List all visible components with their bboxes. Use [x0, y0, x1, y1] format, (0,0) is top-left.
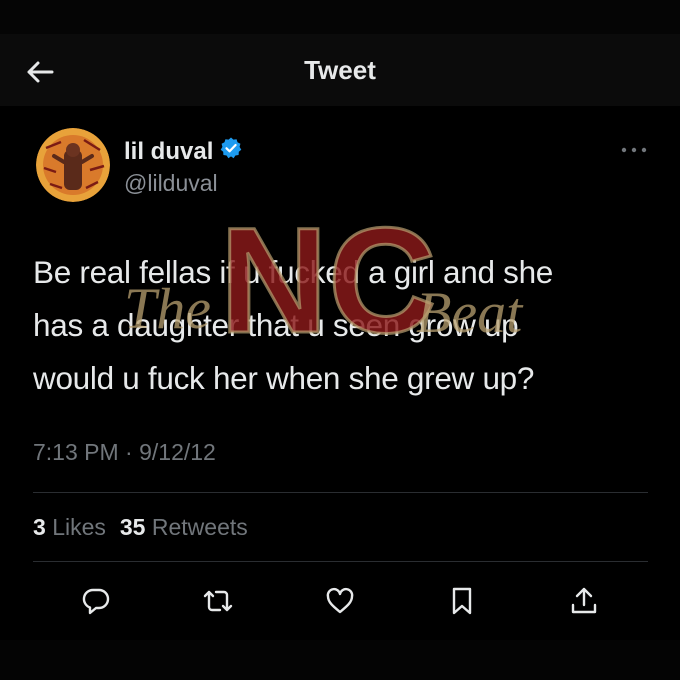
display-name-text: lil duval — [124, 137, 214, 165]
retweet-icon[interactable] — [194, 578, 242, 624]
engagement-stats: 3 Likes 35 Retweets — [33, 514, 248, 541]
retweets-label: Retweets — [151, 514, 248, 540]
user-handle[interactable]: @lilduval — [124, 170, 218, 197]
retweets-count: 35 — [119, 514, 146, 540]
page-title: Tweet — [304, 55, 376, 85]
divider — [33, 492, 648, 493]
action-bar — [33, 578, 648, 624]
divider — [33, 561, 648, 562]
more-options-icon[interactable] — [618, 138, 650, 162]
retweets-stat[interactable]: 35 Retweets — [120, 514, 248, 541]
like-icon[interactable] — [316, 578, 364, 624]
avatar[interactable] — [36, 128, 110, 202]
verified-badge-icon — [219, 136, 243, 167]
display-name[interactable]: lil duval — [124, 136, 243, 167]
tweet-timestamp[interactable]: 7:13 PM · 9/12/12 — [33, 439, 216, 466]
likes-count: 3 — [33, 514, 46, 540]
reply-icon[interactable] — [72, 578, 120, 624]
tweet-text: Be real fellas if u fucked a girl and sh… — [33, 254, 554, 396]
bookmark-icon[interactable] — [438, 578, 486, 624]
share-icon[interactable] — [560, 578, 608, 624]
likes-stat[interactable]: 3 Likes — [33, 514, 106, 541]
top-strip — [0, 0, 680, 34]
likes-label: Likes — [52, 514, 106, 540]
bottom-strip — [0, 640, 680, 680]
